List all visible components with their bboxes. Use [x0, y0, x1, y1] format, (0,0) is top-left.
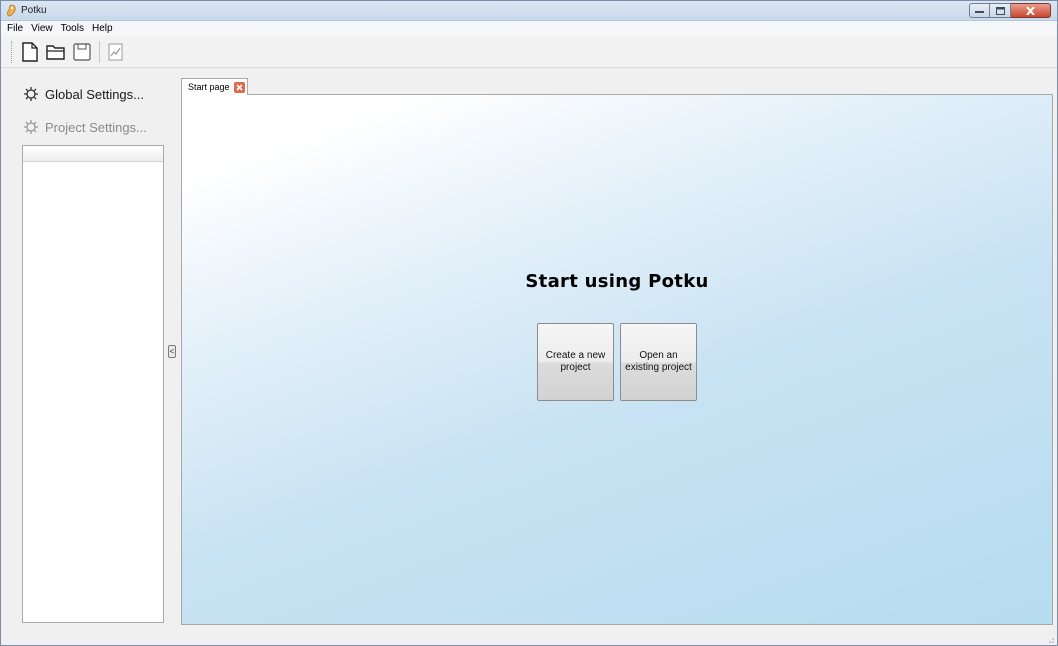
menu-help[interactable]: Help	[92, 23, 113, 34]
tab-label: Start page	[188, 82, 230, 92]
save-project-button[interactable]	[70, 40, 94, 64]
menu-tools[interactable]: Tools	[61, 23, 84, 34]
maximize-icon	[995, 6, 1005, 15]
menu-file[interactable]: File	[7, 23, 23, 34]
tab-start-page[interactable]: Start page	[181, 78, 248, 95]
left-panel: Global Settings... Project Settings...	[13, 73, 173, 628]
close-button[interactable]	[1011, 3, 1051, 18]
close-icon	[1026, 6, 1035, 15]
global-settings-button[interactable]: Global Settings...	[23, 83, 144, 105]
toolbar	[1, 36, 1057, 68]
project-tree[interactable]	[22, 145, 164, 623]
tab-close-button[interactable]	[233, 81, 245, 93]
open-project-button[interactable]	[44, 40, 68, 64]
new-project-button[interactable]	[18, 40, 42, 64]
measurement-button[interactable]	[103, 40, 127, 64]
chart-icon	[108, 43, 122, 60]
start-page-title: Start using Potku	[525, 271, 709, 292]
open-project-large-button[interactable]: Open an existing project	[620, 323, 697, 401]
menu-bar: File View Tools Help	[1, 21, 1057, 36]
chevron-left-icon: <	[169, 346, 175, 356]
gear-icon	[24, 87, 38, 101]
close-icon	[235, 83, 243, 91]
start-page-content: Start using Potku Create a new project O…	[181, 94, 1053, 625]
project-tree-header	[23, 146, 163, 162]
save-icon	[73, 42, 91, 61]
create-project-button[interactable]: Create a new project	[537, 323, 614, 401]
new-document-icon	[22, 41, 38, 62]
project-settings-label: Project Settings...	[45, 119, 147, 135]
gear-icon	[24, 120, 38, 134]
main-window: Potku File View Tools Help Global Settin…	[0, 0, 1058, 646]
title-bar: Potku	[1, 1, 1057, 21]
minimize-icon	[975, 11, 984, 13]
maximize-button[interactable]	[990, 3, 1011, 18]
project-settings-button[interactable]: Project Settings...	[23, 116, 147, 138]
open-folder-icon	[46, 44, 65, 60]
app-logo-icon	[6, 4, 17, 17]
window-title: Potku	[21, 5, 47, 16]
collapse-panel-button[interactable]: <	[168, 345, 176, 358]
global-settings-label: Global Settings...	[45, 86, 144, 102]
toolbar-grip[interactable]	[11, 40, 14, 63]
minimize-button[interactable]	[969, 3, 990, 18]
resize-grip-icon[interactable]	[1046, 634, 1054, 643]
window-controls	[969, 3, 1051, 19]
menu-view[interactable]: View	[31, 23, 53, 34]
toolbar-separator	[99, 40, 100, 63]
